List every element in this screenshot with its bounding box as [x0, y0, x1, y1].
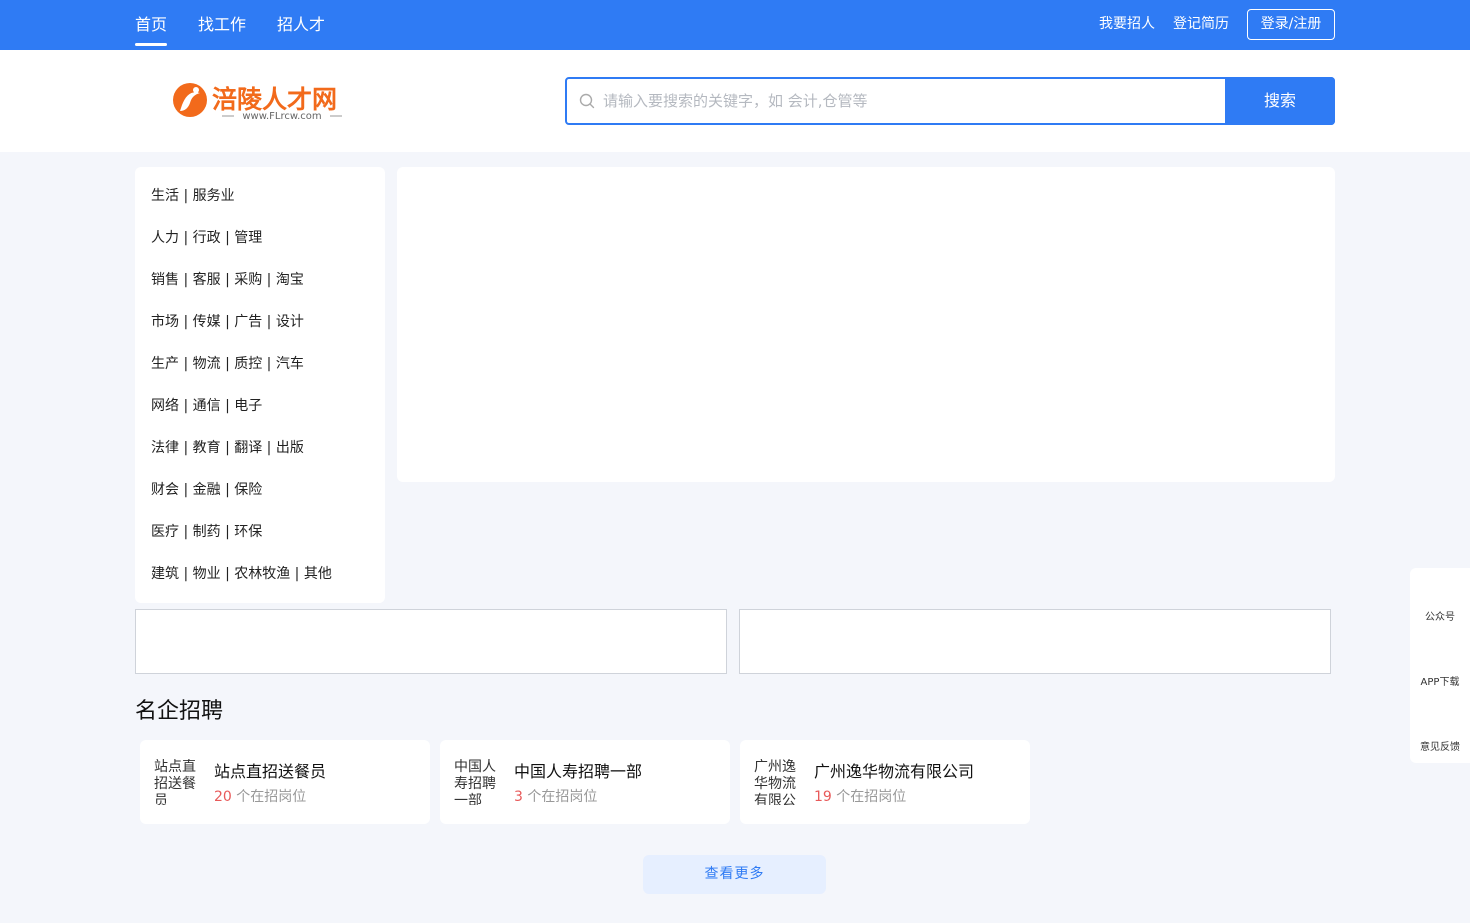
company-card[interactable]: 中国人寿招聘一部 中国人寿招聘一部 3 个在招岗位: [440, 740, 730, 824]
job-count: 20 个在招岗位: [214, 786, 306, 806]
site-logo[interactable]: 涪陵人才网 www.FLrcw.com: [170, 81, 355, 123]
user-actions: 我要招人 登记简历 登录/注册: [1099, 9, 1335, 40]
category-item[interactable]: 市场 | 传媒 | 广告 | 设计: [135, 301, 385, 343]
nav-find-job[interactable]: 找工作: [198, 0, 246, 50]
feedback-link[interactable]: 意见反馈: [1410, 738, 1470, 753]
company-name[interactable]: 广州逸华物流有限公司: [814, 758, 974, 782]
view-more-button[interactable]: 查看更多: [643, 855, 826, 894]
category-item[interactable]: 生活 | 服务业: [135, 175, 385, 217]
nav-home[interactable]: 首页: [135, 0, 168, 50]
job-count-number: 3: [514, 789, 523, 805]
category-item[interactable]: 财会 | 金融 | 保险: [135, 469, 385, 511]
main-nav: 首页 找工作 招人才: [135, 0, 356, 50]
search-input[interactable]: [603, 79, 1223, 123]
company-logo: 站点直招送餐员: [154, 759, 196, 805]
category-item[interactable]: 医疗 | 制药 | 环保: [135, 511, 385, 553]
ad-box-right[interactable]: [739, 609, 1331, 674]
category-item[interactable]: 法律 | 教育 | 翻译 | 出版: [135, 427, 385, 469]
job-count-label: 个在招岗位: [527, 789, 598, 805]
job-count-label: 个在招岗位: [836, 789, 907, 805]
logo-name: 涪陵人才网: [212, 85, 337, 114]
logo-url: www.FLrcw.com: [242, 111, 321, 122]
category-item[interactable]: 生产 | 物流 | 质控 | 汽车: [135, 343, 385, 385]
banner-carousel[interactable]: [397, 167, 1335, 482]
wechat-official-link[interactable]: 公众号: [1410, 608, 1470, 623]
job-count: 3 个在招岗位: [514, 786, 597, 806]
register-resume-link[interactable]: 登记简历: [1173, 9, 1229, 40]
app-download-link[interactable]: APP下载: [1410, 673, 1470, 688]
ad-box-left[interactable]: [135, 609, 727, 674]
job-count-number: 19: [814, 789, 832, 805]
search-bar: 搜索: [565, 77, 1335, 125]
header: 涪陵人才网 www.FLrcw.com 搜索: [0, 50, 1470, 152]
company-name[interactable]: 站点直招送餐员: [214, 758, 326, 782]
search-button[interactable]: 搜索: [1225, 77, 1335, 125]
company-logo: 中国人寿招聘一部: [454, 759, 496, 805]
company-logo: 广州逸华物流有限公司: [754, 759, 796, 805]
category-item[interactable]: 销售 | 客服 | 采购 | 淘宝: [135, 259, 385, 301]
company-card[interactable]: 站点直招送餐员 站点直招送餐员 20 个在招岗位: [140, 740, 430, 824]
company-card[interactable]: 广州逸华物流有限公司 广州逸华物流有限公司 19 个在招岗位: [740, 740, 1030, 824]
famous-companies-title: 名企招聘: [135, 699, 224, 724]
post-job-link[interactable]: 我要招人: [1099, 9, 1155, 40]
nav-find-talent[interactable]: 招人才: [277, 0, 325, 50]
login-register-button[interactable]: 登录/注册: [1247, 9, 1335, 40]
job-count-number: 20: [214, 789, 232, 805]
search-icon: [579, 93, 595, 109]
category-list: 生活 | 服务业 人力 | 行政 | 管理 销售 | 客服 | 采购 | 淘宝 …: [135, 167, 385, 603]
floating-sidebar: 公众号 APP下载 意见反馈: [1410, 568, 1470, 763]
top-nav-bar: 首页 找工作 招人才 我要招人 登记简历 登录/注册: [0, 0, 1470, 50]
company-name[interactable]: 中国人寿招聘一部: [514, 758, 642, 782]
category-item[interactable]: 人力 | 行政 | 管理: [135, 217, 385, 259]
job-count-label: 个在招岗位: [236, 789, 307, 805]
category-item[interactable]: 网络 | 通信 | 电子: [135, 385, 385, 427]
category-item[interactable]: 建筑 | 物业 | 农林牧渔 | 其他: [135, 553, 385, 595]
job-count: 19 个在招岗位: [814, 786, 906, 806]
